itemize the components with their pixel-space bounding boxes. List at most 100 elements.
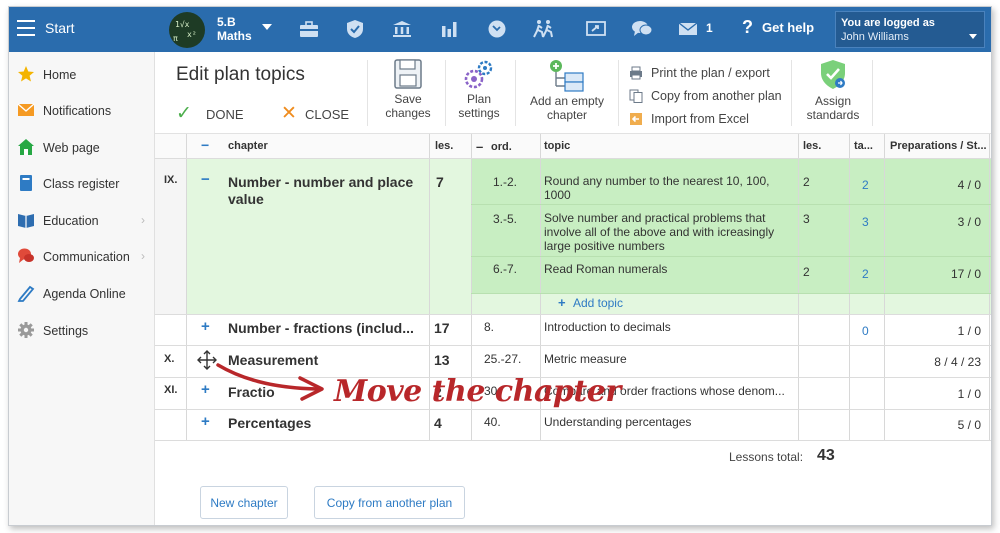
envelope-icon [17,101,35,119]
topic-text[interactable]: Solve number and practical problems that… [544,211,774,253]
header-chapter[interactable]: chapter [228,140,268,164]
collapse-icon[interactable]: − [201,171,210,188]
chevron-down-icon[interactable] [262,24,272,30]
chapter-lessons: 17 [434,320,450,336]
topic-order: 3.-5. [493,212,518,226]
edit-toolbar: Edit plan topics ✓ DONE ✕ CLOSE Save cha… [155,52,991,134]
assign-standards-button[interactable]: Assign standards [795,58,871,122]
add-topic-button[interactable]: + Add topic [558,295,623,310]
row-divider [155,314,991,315]
header-lessons[interactable]: les. [435,140,453,164]
class-avatar[interactable]: 1√x x² π [169,12,205,48]
shield-icon[interactable] [343,17,367,41]
lessons-total-value: 43 [817,447,835,464]
page-title: Edit plan topics [176,64,305,85]
chapter-lessons: 4 [434,415,442,431]
topic-lessons: 2 [803,175,810,189]
compass-icon[interactable] [485,17,509,41]
plan-settings-button[interactable]: Plan settings [446,58,512,120]
chat-icon [17,247,35,265]
sidebar-item-home[interactable]: Home [9,60,155,90]
topic-text[interactable]: Metric measure [544,352,627,366]
header-tasks[interactable]: ta... [854,140,873,164]
chapter-lessons: 2 [434,384,442,400]
register-icon [17,174,35,192]
chapter-lessons: 7 [436,174,444,190]
header-order[interactable]: ord. [491,141,512,165]
header-preparations[interactable]: Preparations / St... [890,140,987,164]
running-people-icon[interactable] [531,17,555,41]
preparations-count: 1 / 0 [957,324,981,338]
expand-icon[interactable]: + [201,318,210,335]
new-chapter-button[interactable]: New chapter [200,486,288,519]
topic-lessons: 3 [803,212,810,226]
sidebar-item-settings[interactable]: Settings [9,316,155,346]
add-empty-chapter-button[interactable]: Add an empty chapter [519,58,615,122]
sidebar-item-class-register[interactable]: Class register [9,169,155,199]
chapter-number: IX. [164,174,178,186]
topic-text[interactable]: Round any number to the nearest 10, 100,… [544,174,770,202]
help-icon[interactable]: ? [742,17,753,38]
gear-icon [17,321,35,339]
sidebar-item-communication[interactable]: Communication › [9,242,155,272]
briefcase-icon[interactable] [297,17,321,41]
gears-icon [464,60,493,89]
sidebar-item-agenda-online[interactable]: Agenda Online [9,279,155,309]
column-divider [798,134,799,440]
get-help-link[interactable]: Get help [762,20,814,35]
screen-share-icon[interactable] [584,17,608,41]
chat-bubbles-icon[interactable] [630,17,654,41]
add-chapter-icon [550,60,584,92]
chapter-name[interactable]: Number - fractions (includ... [228,320,414,337]
header-topic-lessons[interactable]: les. [803,140,821,164]
bank-icon[interactable] [390,17,414,41]
row-divider [155,440,991,441]
tasks-count[interactable]: 3 [862,215,869,229]
import-icon [630,113,642,125]
tasks-count[interactable]: 0 [862,324,869,338]
topic-text[interactable]: Read Roman numerals [544,262,667,276]
topic-order: 40. [484,415,501,429]
column-divider [471,134,472,440]
move-handle-icon[interactable] [197,350,217,373]
toolbar-divider [872,60,873,126]
envelope-icon[interactable] [676,17,700,41]
hamburger-menu-icon[interactable] [17,20,35,36]
chevron-right-icon: › [141,213,145,227]
save-changes-button[interactable]: Save changes [371,58,445,120]
chapter-name[interactable]: Fractio [228,384,275,401]
sidebar-item-notifications[interactable]: Notifications [9,96,155,126]
preparations-count: 8 / 4 / 23 [934,355,981,369]
topic-text[interactable]: Understanding percentages [544,415,691,429]
chapter-name[interactable]: Number - number and place value [228,174,413,208]
sidebar-item-education[interactable]: Education › [9,206,155,236]
copy-from-another-plan-button[interactable]: Copy from another plan [314,486,465,519]
tasks-count[interactable]: 2 [862,178,869,192]
topic-text[interactable]: Compare and order fractions whose denom.… [544,384,785,398]
user-name: John Williams [841,31,909,43]
chapter-number: XI. [164,384,178,396]
collapse-topics-icon[interactable]: – [476,139,483,163]
sidebar-item-web-page[interactable]: Web page [9,133,155,163]
tasks-count[interactable]: 2 [862,267,869,281]
topic-order: 1.-2. [493,175,518,189]
user-account-dropdown[interactable]: You are logged as John Williams [835,11,985,48]
topic-text[interactable]: Introduction to decimals [544,320,671,334]
preparations-count: 4 / 0 [957,178,981,192]
plus-icon: + [558,295,566,310]
row-divider [155,409,991,410]
start-link[interactable]: Start [45,20,75,36]
class-selector[interactable]: 5.B Maths [217,15,252,43]
header-topic[interactable]: topic [544,140,570,164]
chapter-name[interactable]: Percentages [228,415,311,432]
bar-chart-icon[interactable] [437,17,461,41]
expand-icon[interactable]: + [201,413,210,430]
login-status-label: You are logged as [841,17,935,29]
chevron-right-icon: › [141,249,145,263]
topic-order: 8. [484,320,495,334]
chapter-number: X. [164,353,175,365]
expand-icon[interactable]: + [201,381,210,398]
preparations-count: 5 / 0 [957,418,981,432]
chapter-name[interactable]: Measurement [228,352,318,369]
top-bar: Start 1√x x² π 5.B Maths 1 ? Get help Yo… [9,7,991,52]
